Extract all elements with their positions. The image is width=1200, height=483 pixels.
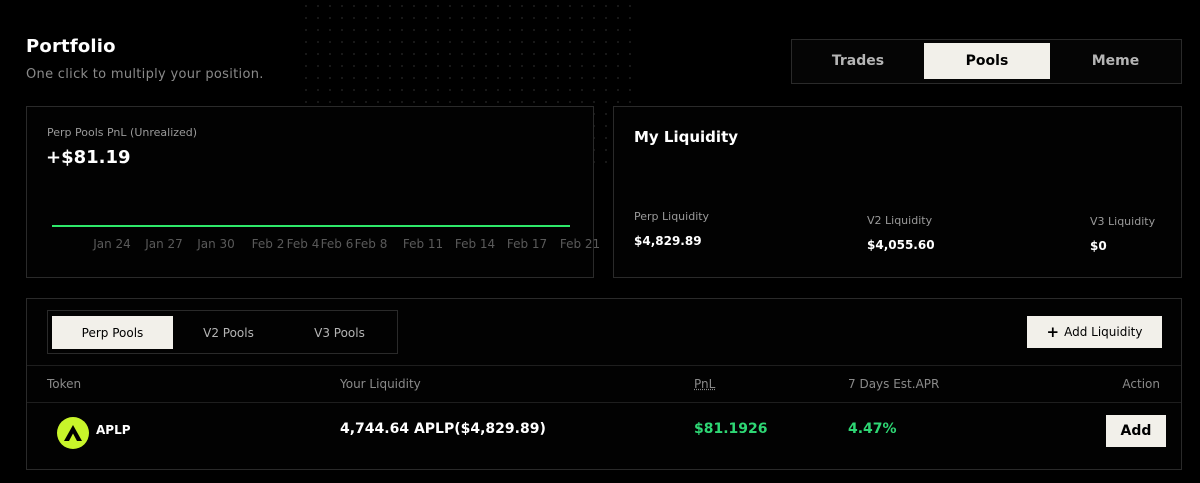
x-tick-label: Jan 27	[145, 237, 183, 251]
stat-value: $0	[1090, 239, 1107, 253]
pools-card: Perp Pools V2 Pools V3 Pools + Add Liqui…	[26, 298, 1182, 470]
column-header-pnl[interactable]: PnL	[694, 377, 715, 391]
pnl-card: Perp Pools PnL (Unrealized) +$81.19 Jan …	[26, 106, 600, 278]
table-header: Token Your Liquidity PnL 7 Days Est.APR …	[27, 365, 1181, 403]
stat-value: $4,055.60	[867, 238, 935, 252]
stat-label: V3 Liquidity	[1090, 215, 1156, 228]
pnl-chart-line	[52, 225, 570, 227]
x-tick-label: Jan 30	[197, 237, 235, 251]
page-subtitle: One click to multiply your position.	[26, 67, 264, 82]
x-tick-label: Feb 2	[251, 237, 285, 251]
tab-v3-pools[interactable]: V3 Pools	[284, 316, 395, 349]
page-title: Portfolio	[26, 36, 116, 57]
tab-pools[interactable]: Pools	[924, 43, 1050, 79]
pnl-label: Perp Pools PnL (Unrealized)	[47, 126, 198, 139]
table-row: APLP 4,744.64 APLP($4,829.89) $81.1926 4…	[27, 403, 1181, 463]
liquidity-value: 4,744.64 APLP($4,829.89)	[340, 421, 546, 437]
column-header-action: Action	[1122, 377, 1160, 391]
liquidity-title: My Liquidity	[634, 128, 739, 146]
x-tick-label: Feb 11	[402, 237, 444, 251]
tab-meme[interactable]: Meme	[1050, 43, 1181, 79]
portfolio-tabs: Trades Pools Meme	[791, 39, 1182, 84]
v3-liquidity-stat: V3 Liquidity $0	[1090, 215, 1155, 253]
tab-perp-pools[interactable]: Perp Pools	[52, 316, 173, 349]
add-button[interactable]: Add	[1106, 415, 1166, 447]
x-tick-label: Feb 6	[320, 237, 354, 251]
perp-liquidity-stat: Perp Liquidity $4,829.89	[634, 210, 709, 248]
x-tick-label: Jan 24	[93, 237, 131, 251]
column-header-token: Token	[47, 377, 82, 391]
pnl-value: $81.1926	[694, 421, 768, 437]
pool-type-tabs: Perp Pools V2 Pools V3 Pools	[47, 310, 398, 354]
x-tick-label: Feb 8	[354, 237, 388, 251]
column-header-liquidity: Your Liquidity	[340, 377, 421, 391]
pnl-chart-x-axis: Jan 24 Jan 27 Jan 30 Feb 2 Feb 4 Feb 6 F…	[27, 237, 600, 253]
tab-trades[interactable]: Trades	[792, 43, 924, 79]
tab-v2-pools[interactable]: V2 Pools	[173, 316, 284, 349]
column-header-apr: 7 Days Est.APR	[848, 377, 940, 391]
stat-value: $4,829.89	[634, 234, 702, 248]
aplp-token-icon	[57, 417, 89, 449]
stat-label: Perp Liquidity	[634, 210, 710, 223]
pnl-value: +$81.19	[46, 147, 131, 168]
x-tick-label: Feb 17	[506, 237, 548, 251]
x-tick-label: Feb 4	[286, 237, 320, 251]
stat-label: V2 Liquidity	[867, 214, 933, 227]
x-tick-label: Feb 14	[454, 237, 496, 251]
plus-icon: +	[1046, 322, 1060, 341]
apr-value: 4.47%	[848, 421, 897, 437]
x-tick-label: Feb 21	[559, 237, 601, 251]
add-liquidity-button[interactable]: + Add Liquidity	[1027, 316, 1162, 348]
add-liquidity-label: Add Liquidity	[1064, 325, 1143, 339]
token-name: APLP	[96, 423, 131, 437]
my-liquidity-card: My Liquidity Perp Liquidity $4,829.89 V2…	[613, 106, 1182, 278]
v2-liquidity-stat: V2 Liquidity $4,055.60	[867, 214, 935, 252]
